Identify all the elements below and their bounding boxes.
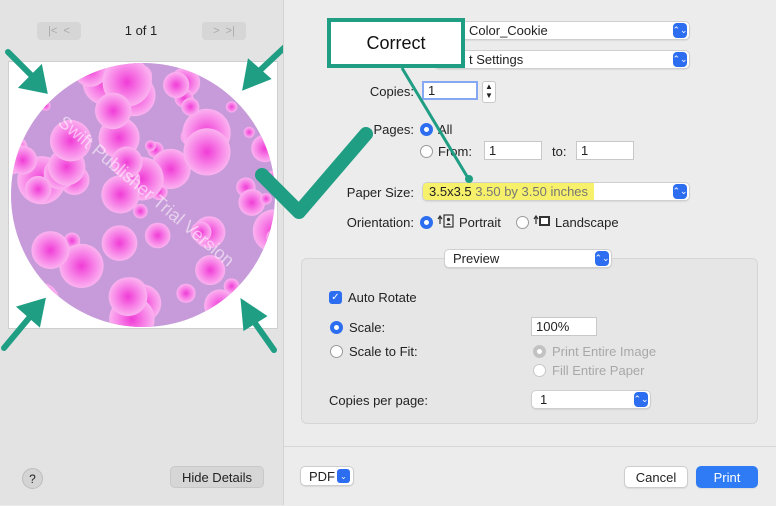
checkmark-icon — [255, 127, 373, 219]
callout-pointer-line — [400, 67, 470, 179]
callout-pointer-dot-icon — [465, 175, 473, 183]
annotation-overlay — [255, 67, 473, 219]
correct-callout: Correct — [327, 18, 465, 68]
